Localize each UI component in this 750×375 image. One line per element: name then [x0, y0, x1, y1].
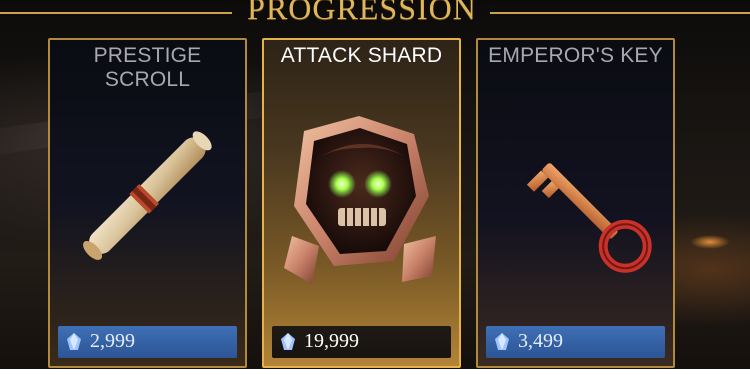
gem-icon [64, 332, 84, 352]
bottom-edge [0, 369, 750, 375]
gem-icon [278, 332, 298, 352]
price-value: 2,999 [90, 330, 135, 352]
key-icon [478, 86, 673, 306]
scroll-icon [50, 86, 245, 306]
item-card-attack-shard[interactable]: ATTACK SHARD 19,999 [262, 38, 461, 368]
page-title: PROGRESSION [247, 0, 477, 26]
gem-icon [492, 332, 512, 352]
item-card-title: EMPEROR'S KEY [488, 44, 663, 67]
item-card-title: ATTACK SHARD [280, 44, 443, 67]
item-card-title: PRESTIGE SCROLL [93, 44, 202, 91]
background-glow [690, 235, 730, 249]
item-card-prestige-scroll[interactable]: PRESTIGE SCROLL 2,999 [48, 38, 247, 368]
price-value: 3,499 [518, 330, 563, 352]
shop-screen: PROGRESSION PRESTIGE SCROLL 2,999 ATTACK… [0, 0, 750, 375]
price-bar[interactable]: 19,999 [272, 326, 451, 358]
item-card-emperors-key[interactable]: EMPEROR'S KEY 3,499 [476, 38, 675, 368]
attack-shard-icon [264, 86, 459, 306]
price-bar[interactable]: 3,499 [486, 326, 665, 358]
title-row: PROGRESSION [0, 0, 750, 28]
price-value: 19,999 [304, 330, 359, 352]
title-divider-left [0, 12, 232, 14]
price-bar[interactable]: 2,999 [58, 326, 237, 358]
title-divider-right [490, 12, 750, 14]
